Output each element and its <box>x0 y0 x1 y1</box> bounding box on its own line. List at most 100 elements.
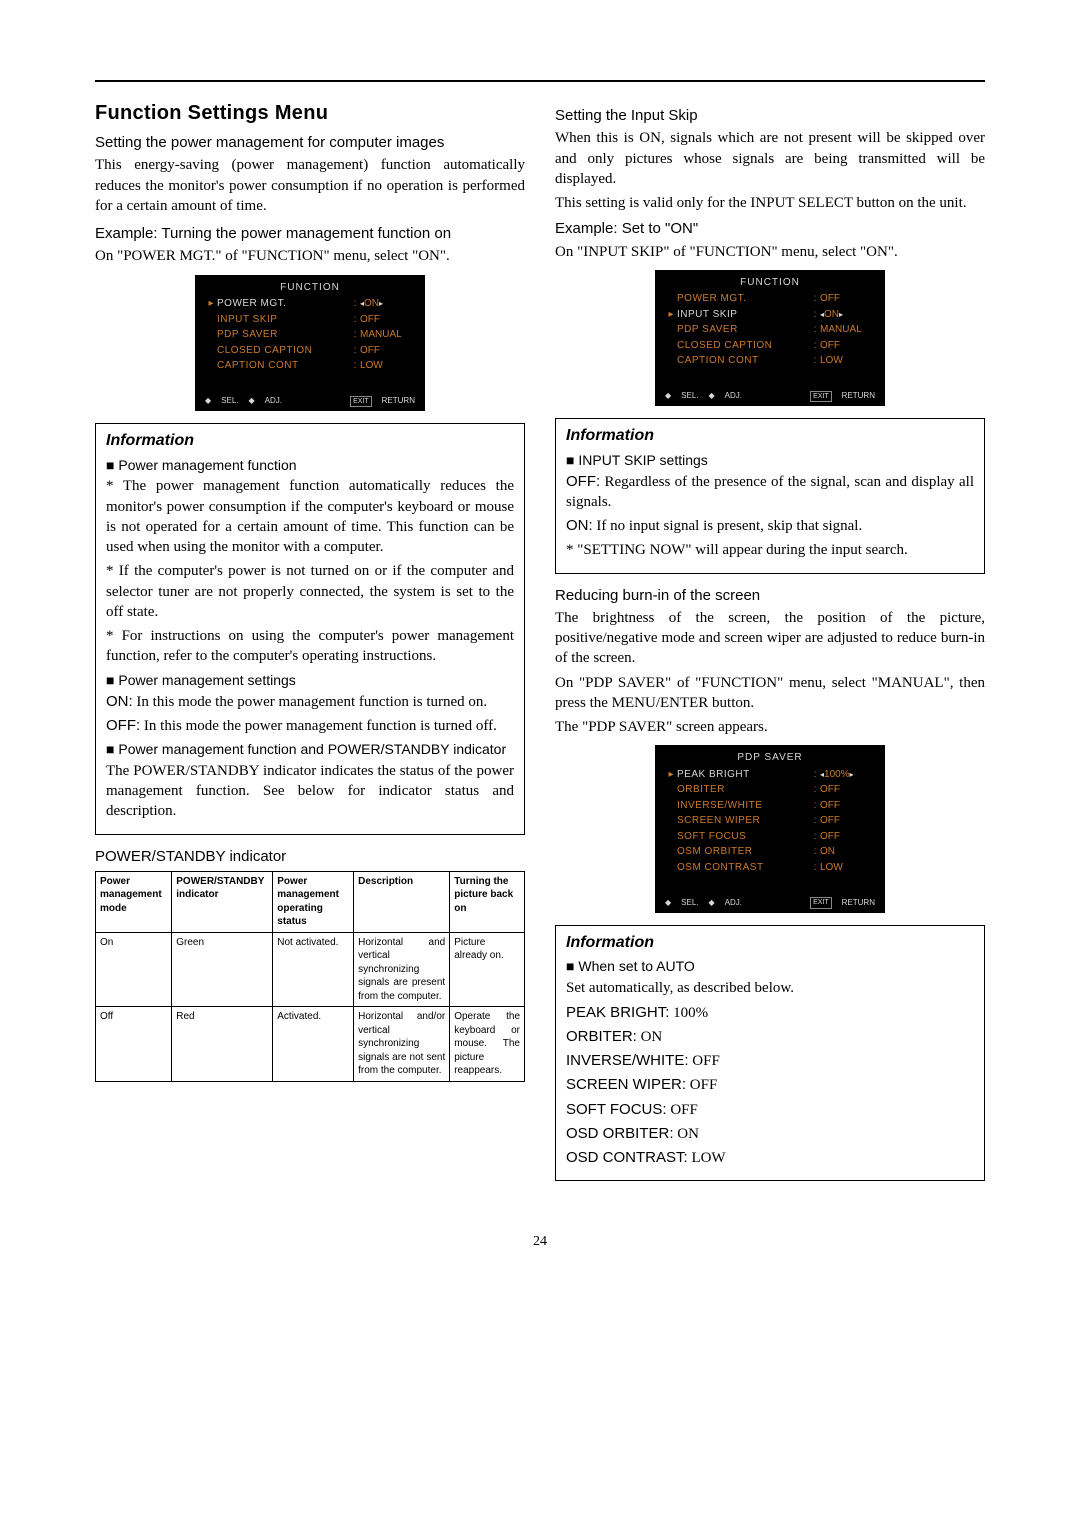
key: ORBITER: <box>566 1028 637 1045</box>
osd-menu-item[interactable]: ▸POWER MGT.:◂ON▸ <box>195 296 425 312</box>
osd-item-label: POWER MGT. <box>677 292 810 306</box>
osd-menu-item[interactable]: CAPTION CONT:LOW <box>655 353 885 369</box>
osd-footer: ◆SEL.◆ADJ.EXITRETURN <box>195 392 425 411</box>
adj-label: ADJ. <box>725 391 742 402</box>
osd-item-label: ORBITER <box>677 783 810 797</box>
osd-pdp-saver: PDP SAVER▸PEAK BRIGHT:◂100%▸ORBITER:OFFI… <box>655 745 885 912</box>
paragraph: * If the computer's power is not turned … <box>106 561 514 622</box>
selection-arrow-icon: ▸ <box>665 768 677 782</box>
table-title: POWER/STANDBY indicator <box>95 847 525 867</box>
key: INVERSE/WHITE: <box>566 1052 689 1069</box>
adj-label: ADJ. <box>265 396 282 407</box>
colon: : <box>810 308 820 322</box>
val: OFF <box>667 1102 698 1118</box>
power-standby-indicator-table: Power management mode POWER/STANDBY indi… <box>95 871 525 1082</box>
osd-menu-item[interactable]: ▸INPUT SKIP:◂ON▸ <box>655 307 885 323</box>
page-number: 24 <box>95 1233 985 1252</box>
updown-icon: ◆ <box>205 396 211 407</box>
osd-title: PDP SAVER <box>655 749 885 767</box>
exit-button[interactable]: EXIT <box>810 391 832 402</box>
info-subhead: INPUT SKIP settings <box>566 451 974 470</box>
info-box-power-management: Information Power management function * … <box>95 423 525 835</box>
osd-item-value: OFF <box>360 344 415 358</box>
osd-menu-item[interactable]: CLOSED CAPTION:OFF <box>195 343 425 359</box>
osd-item-label: CAPTION CONT <box>677 354 810 368</box>
info-subhead: When set to AUTO <box>566 957 974 976</box>
setting-on: ON: If no input signal is present, skip … <box>566 516 974 536</box>
auto-setting: OSD CONTRAST: LOW <box>566 1148 974 1168</box>
osd-item-label: OSM CONTRAST <box>677 861 810 875</box>
osd-menu-item[interactable]: PDP SAVER:MANUAL <box>655 322 885 338</box>
colon: : <box>810 814 820 828</box>
val: 100% <box>669 1005 708 1021</box>
updown-icon: ◆ <box>665 898 671 909</box>
osd-item-value: ◂100%▸ <box>820 768 875 782</box>
osd-item-label: INPUT SKIP <box>677 308 810 322</box>
selection-arrow-icon: ▸ <box>205 297 217 311</box>
osd-menu-item[interactable]: SCREEN WIPER:OFF <box>655 813 885 829</box>
return-label: RETURN <box>842 898 875 909</box>
leftright-icon: ◆ <box>709 898 715 909</box>
paragraph: On "PDP SAVER" of "FUNCTION" menu, selec… <box>555 673 985 714</box>
table-cell: Picture already on. <box>450 932 525 1007</box>
table-row: OffRedActivated.Horizontal and/or vertic… <box>96 1007 525 1082</box>
return-label: RETURN <box>842 391 875 402</box>
auto-setting: ORBITER: ON <box>566 1027 974 1047</box>
two-column-layout: Function Settings Menu Setting the power… <box>95 100 985 1193</box>
info-subhead: Power management function <box>106 456 514 475</box>
auto-setting: OSD ORBITER: ON <box>566 1124 974 1144</box>
text: In this mode the power management functi… <box>133 694 488 710</box>
osd-menu-item[interactable]: SOFT FOCUS:OFF <box>655 829 885 845</box>
osd-item-value: ON <box>820 845 875 859</box>
osd-item-label: INPUT SKIP <box>217 313 350 327</box>
osd-menu-item[interactable]: INPUT SKIP:OFF <box>195 312 425 328</box>
osd-menu-item[interactable]: PDP SAVER:MANUAL <box>195 327 425 343</box>
sel-label: SEL. <box>681 391 698 402</box>
leftright-icon: ◆ <box>249 396 255 407</box>
leftright-icon: ◆ <box>709 391 715 402</box>
label-on: ON: <box>566 517 593 534</box>
label-off: OFF: <box>106 717 140 734</box>
osd-menu-item[interactable]: OSM CONTRAST:LOW <box>655 860 885 876</box>
exit-button[interactable]: EXIT <box>810 897 832 908</box>
paragraph: When this is ON, signals which are not p… <box>555 128 985 189</box>
paragraph: * For instructions on using the computer… <box>106 626 514 667</box>
left-column: Function Settings Menu Setting the power… <box>95 100 525 1193</box>
osd-footer: ◆ SEL. ◆ ADJ. EXIT RETURN <box>655 387 885 406</box>
osd-item-value: OFF <box>820 783 875 797</box>
osd-menu-item[interactable]: OSM ORBITER:ON <box>655 844 885 860</box>
table-cell: Activated. <box>273 1007 354 1082</box>
table-row: OnGreenNot activated.Horizontal and vert… <box>96 932 525 1007</box>
example-label: Example: Set to "ON" <box>555 219 985 239</box>
osd-menu-item[interactable]: CAPTION CONT:LOW <box>195 358 425 374</box>
osd-item-value: OFF <box>820 814 875 828</box>
paragraph: * The power management function automati… <box>106 476 514 557</box>
osd-item-value: OFF <box>820 339 875 353</box>
colon: : <box>810 292 820 306</box>
table-cell: Off <box>96 1007 172 1082</box>
osd-item-label: OSM ORBITER <box>677 845 810 859</box>
osd-menu-item[interactable]: ORBITER:OFF <box>655 782 885 798</box>
updown-icon: ◆ <box>665 391 671 402</box>
osd-menu-item[interactable]: ▸PEAK BRIGHT:◂100%▸ <box>655 767 885 783</box>
top-rule <box>95 80 985 82</box>
text: In this mode the power management functi… <box>140 718 497 734</box>
osd-item-value: MANUAL <box>820 323 875 337</box>
osd-item-label: PDP SAVER <box>217 328 350 342</box>
osd-item-value: OFF <box>820 799 875 813</box>
osd-item-value: LOW <box>360 359 415 373</box>
paragraph: Set automatically, as described below. <box>566 978 974 998</box>
exit-button[interactable]: EXIT <box>350 396 372 407</box>
paragraph: The "PDP SAVER" screen appears. <box>555 717 985 737</box>
osd-menu-item[interactable]: POWER MGT.:OFF <box>655 291 885 307</box>
osd-item-value: OFF <box>820 830 875 844</box>
osd-menu-item[interactable]: CLOSED CAPTION:OFF <box>655 338 885 354</box>
osd-item-label: CLOSED CAPTION <box>677 339 810 353</box>
auto-setting: PEAK BRIGHT: 100% <box>566 1003 974 1023</box>
osd-menu-item[interactable]: INVERSE/WHITE:OFF <box>655 798 885 814</box>
label-off: OFF: <box>566 473 600 490</box>
auto-setting: SCREEN WIPER: OFF <box>566 1075 974 1095</box>
selection-arrow-icon: ▸ <box>665 308 677 322</box>
example-label: Example: Turning the power management fu… <box>95 224 525 244</box>
osd-item-label: POWER MGT. <box>217 297 350 311</box>
